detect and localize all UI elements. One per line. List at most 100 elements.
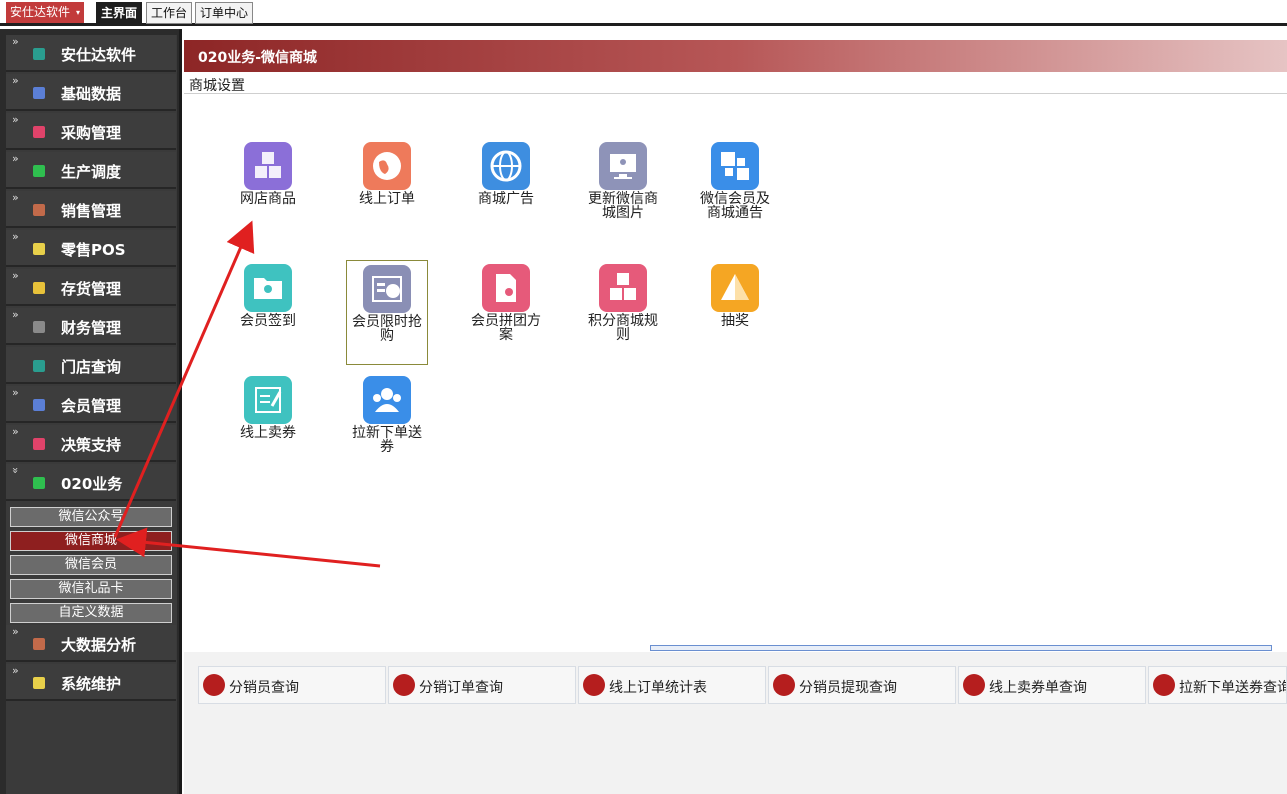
chevron-icon: » [12, 191, 19, 204]
module-icon [33, 321, 45, 333]
sidebar-item-label: 决策支持 [61, 436, 122, 454]
chevron-icon: » [12, 308, 19, 321]
tile-label: 会员拼团方案 [471, 313, 541, 343]
tile-label: 商城广告 [478, 191, 534, 207]
sidebar-item-label: 存货管理 [61, 280, 122, 298]
tile-flash-sale[interactable]: 会员限时抢购 [346, 260, 428, 365]
subitem-custom-data[interactable]: 自定义数据 [10, 603, 172, 623]
magnifier-icon [773, 674, 795, 696]
users-icon [363, 376, 411, 424]
subitem-wechat-mall[interactable]: 微信商城 [10, 531, 172, 551]
brand-dropdown-button[interactable]: 安仕达软件 ▾ [6, 2, 85, 23]
notebook-icon [583, 674, 605, 696]
module-icon [33, 48, 45, 60]
tile-update-mall-images[interactable]: 更新微信商城图片 [582, 142, 664, 220]
quick-button-label: 分销订单查询 [419, 680, 503, 696]
module-icon [33, 638, 45, 650]
page-title: 020业务-微信商城 [198, 50, 318, 66]
tile-label: 抽奖 [721, 313, 749, 329]
tile-label: 拉新下单送券 [352, 425, 422, 455]
sidebar-item-label: 财务管理 [61, 319, 122, 337]
subitem-wechat-member[interactable]: 微信会员 [10, 555, 172, 575]
sidebar-item-inventory[interactable]: » 存货管理 [6, 269, 176, 306]
sidebar-item-system[interactable]: » 系统维护 [6, 664, 176, 701]
tab-order-center[interactable]: 订单中心 [195, 2, 254, 24]
quick-button-order-stats[interactable]: 线上订单统计表 [578, 666, 766, 704]
brand-label: 安仕达软件 [10, 5, 71, 19]
chevron-icon: » [12, 74, 19, 87]
sidebar-item-label: 安仕达软件 [61, 46, 137, 64]
word-doc-icon [711, 142, 759, 190]
module-icon [33, 360, 45, 372]
globe-icon [363, 142, 411, 190]
sidebar-item-decision[interactable]: » 决策支持 [6, 425, 176, 462]
chevron-icon: » [12, 664, 19, 677]
tile-mall-ads[interactable]: 商城广告 [465, 142, 547, 206]
quick-button-distributor-query[interactable]: 分销员查询 [198, 666, 386, 704]
quick-button-label: 线上订单统计表 [609, 680, 707, 696]
sidebar-item-label: 基础数据 [61, 85, 122, 103]
quick-query-panel: 分销员查询 分销订单查询 线上订单统计表 分销员提现查询 线上卖券单查询 拉新下… [184, 652, 1287, 794]
tile-label: 会员签到 [240, 313, 296, 329]
section-header: 商城设置 [184, 72, 1287, 94]
module-icon [33, 243, 45, 255]
tile-shop-products[interactable]: 网店商品 [227, 142, 309, 206]
chevron-icon: » [12, 230, 19, 243]
tile-member-notice[interactable]: 微信会员及商城通告 [694, 142, 776, 220]
chevron-icon: » [12, 625, 19, 638]
subitem-wechat-official[interactable]: 微信公众号 [10, 507, 172, 527]
sidebar-item-bigdata[interactable]: » 大数据分析 [6, 625, 176, 662]
splitter-handle[interactable] [650, 645, 1272, 651]
chevron-icon: » [12, 35, 19, 48]
quick-button-label: 分销员提现查询 [799, 680, 897, 696]
quick-button-withdrawal-query[interactable]: 分销员提现查询 [768, 666, 956, 704]
sidebar-item-retail-pos[interactable]: » 零售POS [6, 230, 176, 267]
quick-button-referral-query[interactable]: 拉新下单送券查询 [1148, 666, 1287, 704]
top-bar: 安仕达软件 ▾ 主界面 工作台 订单中心 [0, 0, 1287, 26]
sidebar-item-o2o[interactable]: » 020业务 [6, 464, 176, 501]
sidebar-item-label: 020业务 [61, 475, 123, 493]
sidebar-item-anshida[interactable]: » 安仕达软件 [6, 35, 176, 72]
cubes-icon [244, 142, 292, 190]
module-icon [33, 126, 45, 138]
sidebar-item-sales[interactable]: » 销售管理 [6, 191, 176, 228]
module-icon [33, 165, 45, 177]
tile-label: 积分商城规则 [588, 313, 658, 343]
web-globe-icon [482, 142, 530, 190]
module-icon [33, 438, 45, 450]
chevron-icon: » [12, 113, 19, 126]
sidebar-item-label: 系统维护 [61, 675, 122, 693]
tile-lottery[interactable]: 抽奖 [694, 264, 776, 328]
page-header: 020业务-微信商城 [184, 40, 1287, 72]
module-icon [33, 677, 45, 689]
tab-workbench[interactable]: 工作台 [146, 2, 193, 24]
tile-referral-coupons[interactable]: 拉新下单送券 [346, 376, 428, 454]
sidebar-item-members[interactable]: » 会员管理 [6, 386, 176, 423]
monitor-icon [599, 142, 647, 190]
module-icon [33, 477, 45, 489]
search-doc-icon [203, 674, 225, 696]
tile-label: 网店商品 [240, 191, 296, 207]
sidebar-item-purchasing[interactable]: » 采购管理 [6, 113, 176, 150]
document-user-icon [482, 264, 530, 312]
tile-label: 线上订单 [359, 191, 415, 207]
sidebar-item-basic-data[interactable]: » 基础数据 [6, 74, 176, 111]
sidebar-item-finance[interactable]: » 财务管理 [6, 308, 176, 345]
tile-group-buy[interactable]: 会员拼团方案 [465, 264, 547, 342]
quick-button-distribution-orders[interactable]: 分销订单查询 [388, 666, 576, 704]
tile-label: 会员限时抢购 [352, 314, 422, 344]
module-icon [33, 204, 45, 216]
tile-points-rules[interactable]: 积分商城规则 [582, 264, 664, 342]
subitem-wechat-giftcard[interactable]: 微信礼品卡 [10, 579, 172, 599]
chevron-icon: » [12, 269, 19, 282]
tab-main[interactable]: 主界面 [96, 2, 143, 24]
tile-online-coupons[interactable]: 线上卖券 [227, 376, 309, 440]
tile-online-orders[interactable]: 线上订单 [346, 142, 428, 206]
quick-button-coupon-orders[interactable]: 线上卖券单查询 [958, 666, 1146, 704]
edit-list-icon [244, 376, 292, 424]
x-icon [1153, 674, 1175, 696]
sidebar-item-production[interactable]: » 生产调度 [6, 152, 176, 189]
sidebar-item-store-query[interactable]: 门店查询 [6, 347, 176, 384]
clipboard-icon [963, 674, 985, 696]
tile-member-checkin[interactable]: 会员签到 [227, 264, 309, 328]
